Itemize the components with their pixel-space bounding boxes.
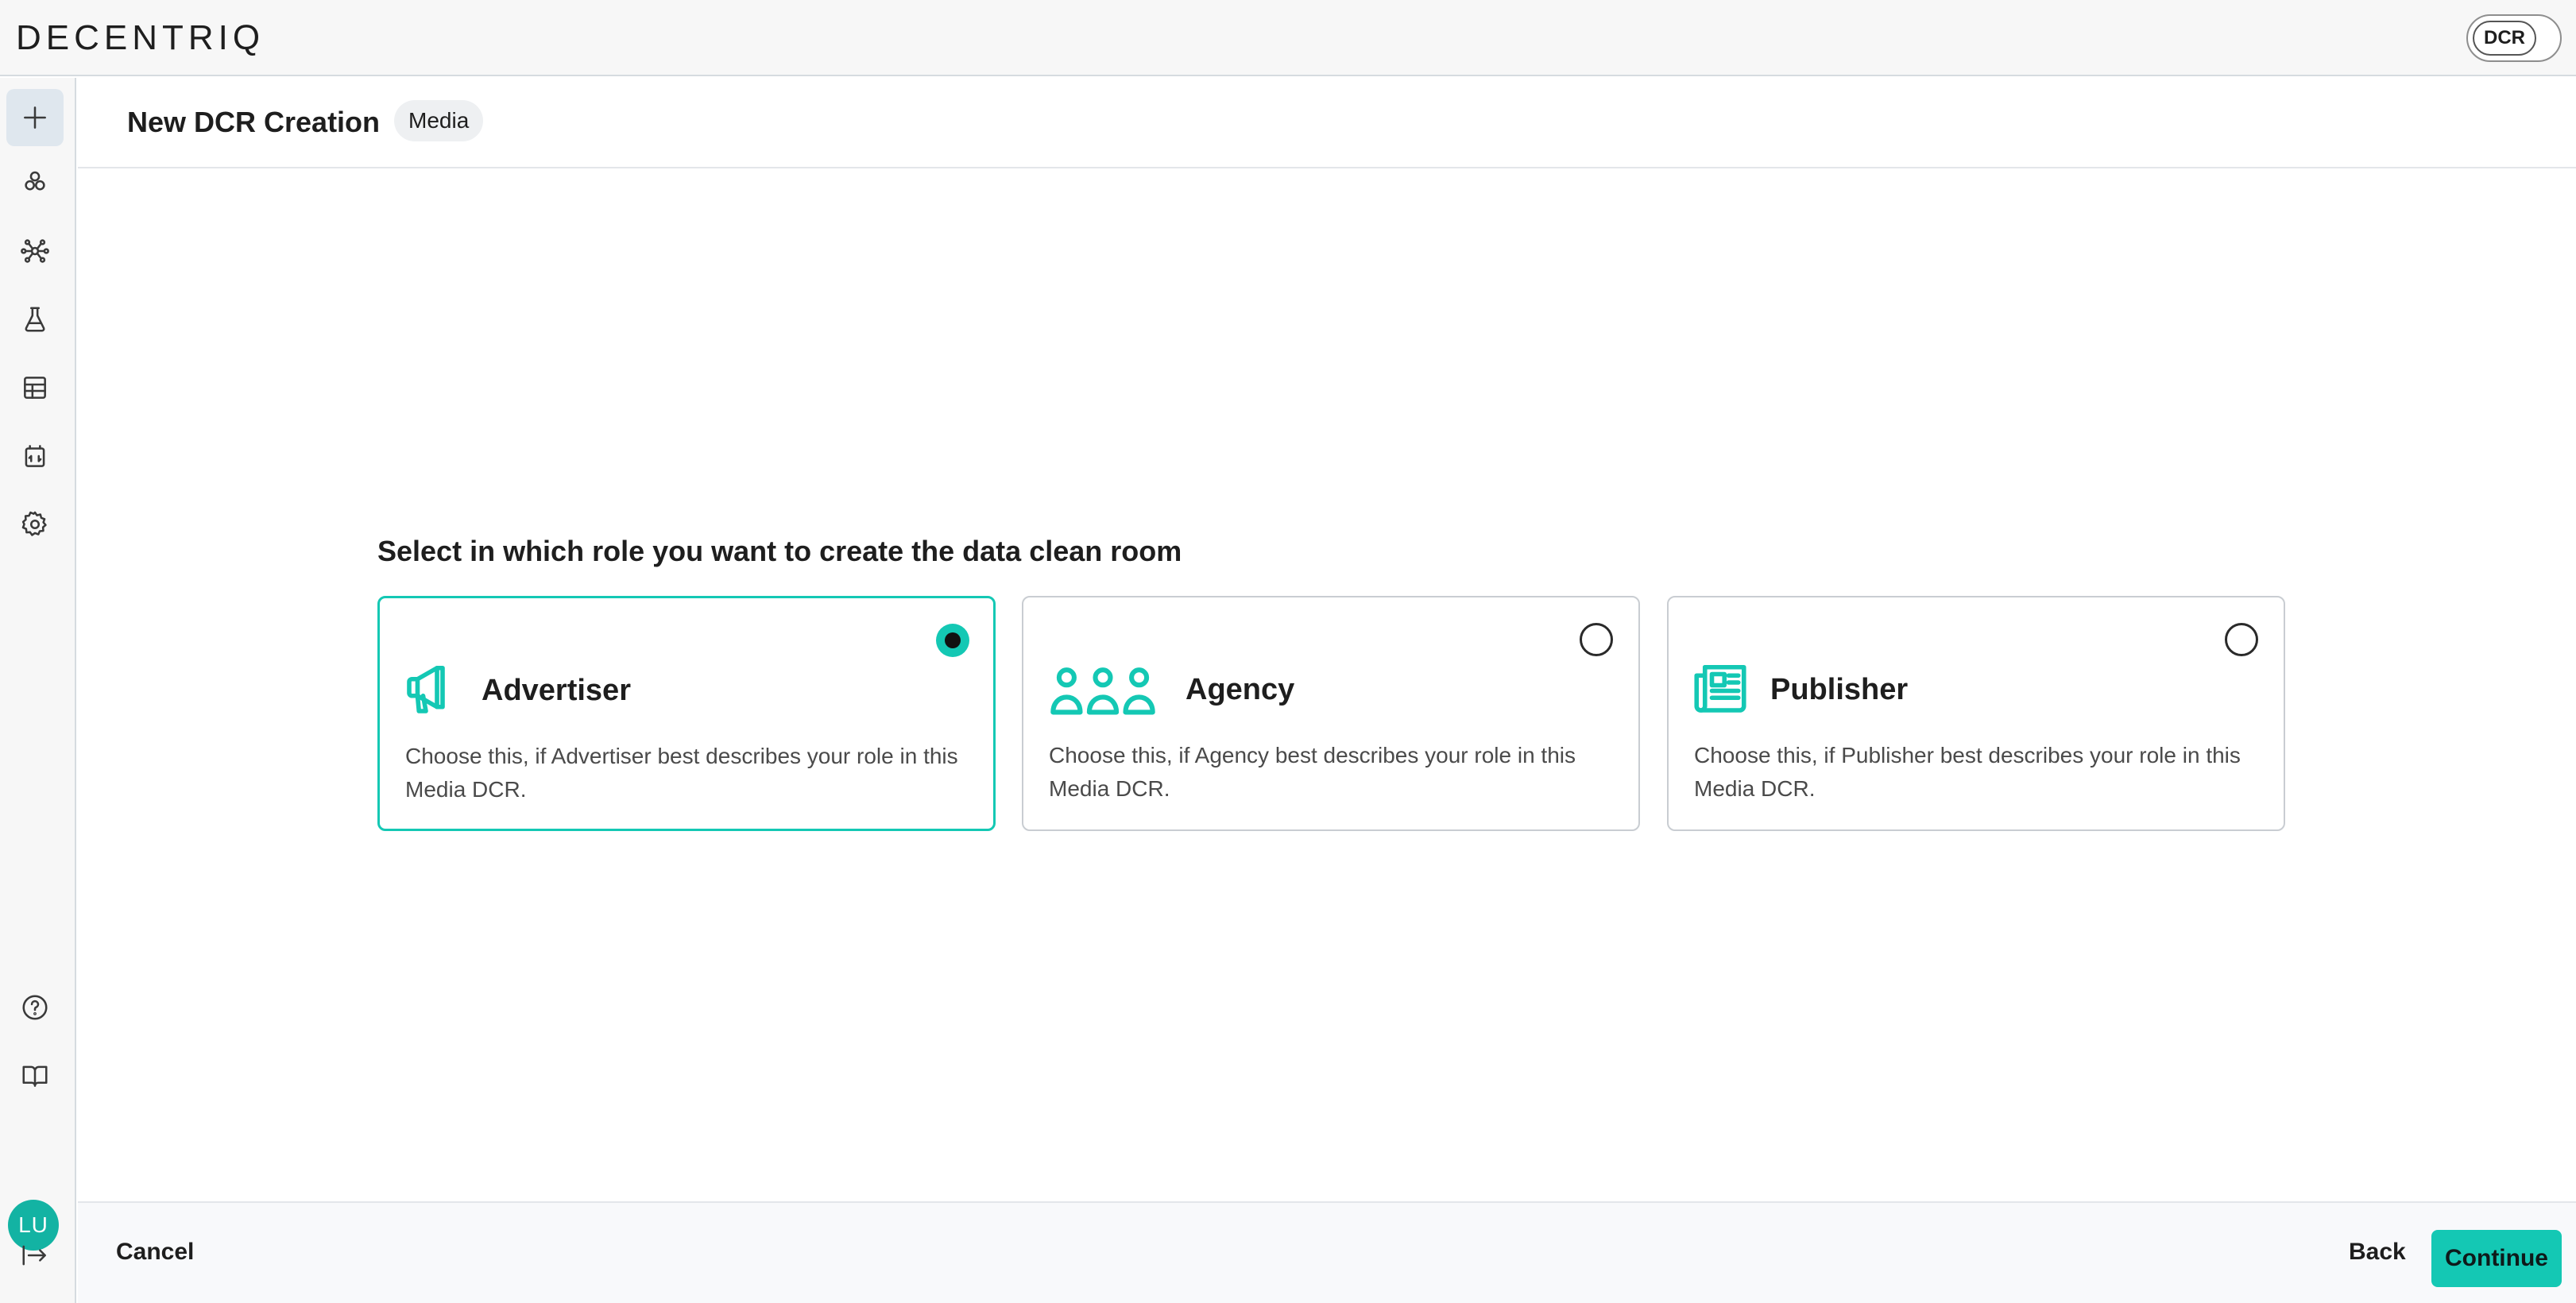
role-card-publisher[interactable]: Publisher Choose this, if Publisher best… xyxy=(1667,596,2285,831)
role-card-advertiser[interactable]: Advertiser Choose this, if Advertiser be… xyxy=(377,596,996,831)
cancel-button[interactable]: Cancel xyxy=(116,1235,194,1270)
page-header: New DCR Creation Media xyxy=(78,78,2576,168)
role-radio-agency[interactable] xyxy=(1580,623,1613,656)
sidebar-item-help[interactable] xyxy=(6,979,64,1036)
megaphone-icon xyxy=(404,659,459,719)
top-bar: DECENTRIQ DCR xyxy=(0,0,2576,76)
network-icon xyxy=(21,239,49,263)
newspaper-icon xyxy=(1692,658,1748,718)
help-icon xyxy=(22,995,48,1020)
role-title: Advertiser xyxy=(482,674,631,707)
settings-icon xyxy=(21,511,47,536)
sidebar-item-marketplace[interactable] xyxy=(6,427,64,485)
table-icon xyxy=(24,377,46,399)
role-title: Publisher xyxy=(1770,673,1909,706)
footer-bar: Cancel Back Continue xyxy=(78,1201,2576,1303)
mode-toggle-label: DCR xyxy=(2473,21,2536,56)
role-card-agency[interactable]: Agency Choose this, if Agency best descr… xyxy=(1022,596,1640,831)
role-prompt: Select in which role you want to create … xyxy=(377,535,1182,567)
page-title: New DCR Creation xyxy=(127,106,381,138)
sidebar-item-datasets[interactable] xyxy=(6,154,64,211)
people-group-icon xyxy=(1047,658,1158,718)
role-title: Agency xyxy=(1186,673,1295,706)
back-button[interactable]: Back xyxy=(2349,1235,2406,1270)
plus-icon xyxy=(24,106,46,129)
logo[interactable]: DECENTRIQ xyxy=(16,17,265,59)
sidebar-item-network[interactable] xyxy=(6,222,64,280)
sidebar-item-docs[interactable] xyxy=(6,1047,64,1104)
marketplace-icon xyxy=(25,445,45,467)
dcr-type-badge: Media xyxy=(394,100,484,141)
mode-toggle[interactable]: DCR xyxy=(2466,14,2562,62)
sidebar-collapse-button[interactable] xyxy=(6,1227,64,1284)
continue-button[interactable]: Continue xyxy=(2431,1230,2562,1287)
flask-icon xyxy=(25,307,45,332)
role-description: Choose this, if Advertiser best describe… xyxy=(405,744,958,802)
sidebar-item-lab[interactable] xyxy=(6,291,64,348)
sidebar-item-settings[interactable] xyxy=(6,496,64,553)
datasets-icon xyxy=(25,171,45,191)
left-sidebar: LU xyxy=(0,78,76,1303)
role-radio-advertiser[interactable] xyxy=(936,624,969,657)
docs-book-icon xyxy=(22,1065,48,1087)
sidebar-item-new[interactable] xyxy=(6,89,64,146)
sidebar-item-tables[interactable] xyxy=(6,359,64,416)
role-description: Choose this, if Publisher best describes… xyxy=(1694,743,2241,801)
expand-arrow-icon xyxy=(22,1245,46,1266)
role-radio-publisher[interactable] xyxy=(2225,623,2258,656)
role-description: Choose this, if Agency best describes yo… xyxy=(1049,743,1576,801)
